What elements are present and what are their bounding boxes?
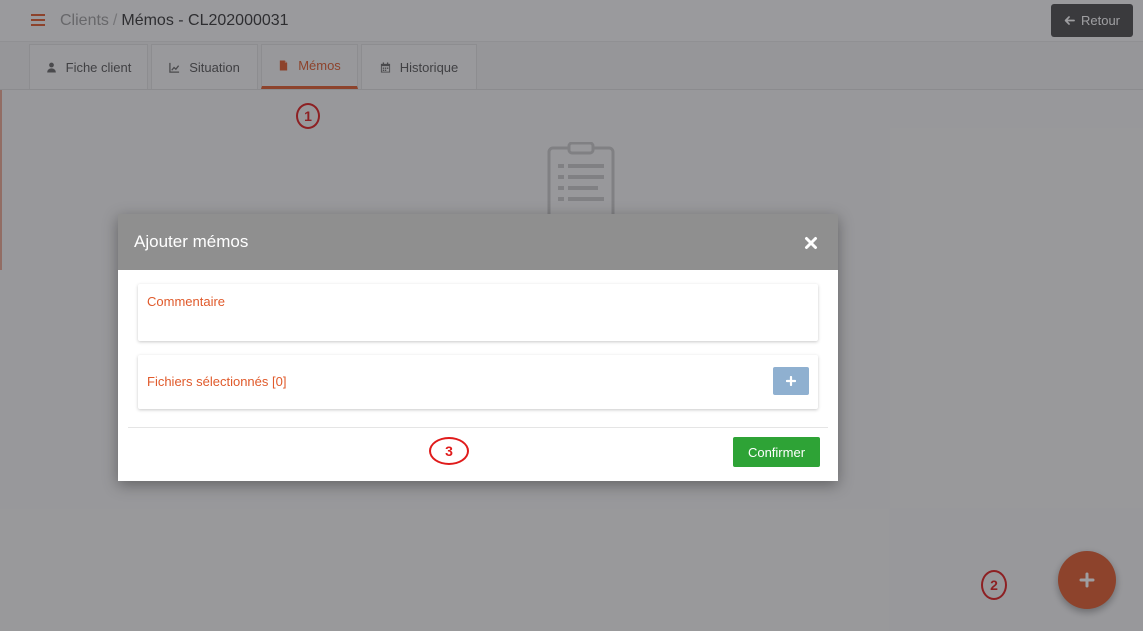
- dialog-footer-divider: [128, 427, 828, 428]
- selected-files-label: Fichiers sélectionnés [0]: [147, 374, 287, 389]
- files-card: Fichiers sélectionnés [0]: [138, 355, 818, 409]
- close-icon[interactable]: [804, 236, 818, 250]
- dialog-title: Ajouter mémos: [134, 232, 249, 251]
- confirm-button[interactable]: Confirmer: [733, 437, 820, 467]
- dialog-header: Ajouter mémos: [118, 214, 838, 270]
- comment-input[interactable]: [147, 318, 807, 336]
- plus-icon: [786, 376, 796, 386]
- add-file-button[interactable]: [773, 367, 809, 395]
- add-memo-dialog: Ajouter mémos Commentaire Fichiers sélec…: [118, 214, 838, 481]
- comment-card: Commentaire: [138, 284, 818, 341]
- annotation-marker-3: 3: [429, 437, 469, 465]
- comment-label: Commentaire: [147, 294, 226, 309]
